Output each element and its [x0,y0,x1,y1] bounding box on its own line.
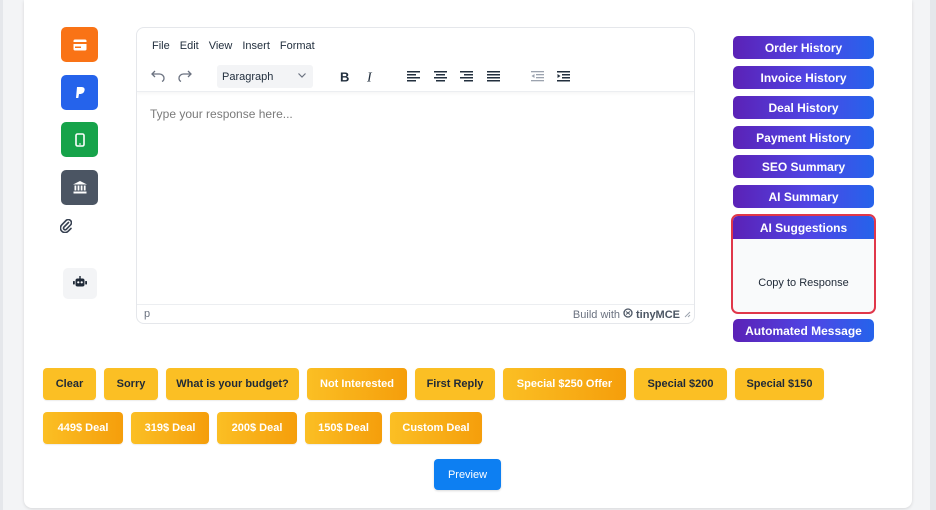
menu-edit[interactable]: Edit [180,40,199,52]
budget-question-button[interactable]: What is your budget? [166,368,299,400]
editor-toolbar: Paragraph B I [137,62,694,92]
invoice-history-button[interactable]: Invoice History [733,66,874,89]
not-interested-button[interactable]: Not Interested [307,368,407,400]
element-path[interactable]: p [144,308,150,320]
bank-icon [72,181,87,194]
align-right-icon[interactable] [458,68,474,84]
page-scrollbar[interactable] [930,0,936,510]
rich-text-editor: File Edit View Insert Format Paragraph B… [136,27,695,324]
seo-summary-button[interactable]: SEO Summary [733,155,874,178]
mobile-payment-button[interactable] [61,122,98,157]
editor-content-area[interactable]: Type your response here... [150,107,293,121]
robot-icon [73,275,87,293]
svg-text:I: I [366,70,373,83]
resize-handle-icon[interactable] [684,309,691,321]
card-payment-button[interactable] [61,27,98,62]
payment-history-button[interactable]: Payment History [733,126,874,149]
menu-file[interactable]: File [152,40,170,52]
paperclip-icon[interactable] [59,218,74,234]
branding-prefix: Build with [572,308,620,321]
undo-icon[interactable] [150,68,166,84]
align-justify-icon[interactable] [485,68,501,84]
block-format-value: Paragraph [222,70,274,83]
deal-150-button[interactable]: 150$ Deal [305,412,382,444]
first-reply-button[interactable]: First Reply [415,368,495,400]
menu-format[interactable]: Format [280,40,315,52]
block-format-select[interactable]: Paragraph [217,65,313,88]
bank-payment-button[interactable] [61,170,98,205]
mobile-icon [74,132,85,147]
ai-summary-button[interactable]: AI Summary [733,185,874,208]
ai-bot-button[interactable] [63,268,97,299]
tinymce-logo-icon [623,308,633,321]
deal-history-button[interactable]: Deal History [733,96,874,119]
branding-name: tinyMCE [636,308,680,321]
menu-insert[interactable]: Insert [242,40,270,52]
copy-to-response-button[interactable]: Copy to Response [733,277,874,289]
outdent-icon[interactable] [529,68,545,84]
page-border-left [0,0,3,510]
tinymce-branding[interactable]: Build with tinyMCE [573,308,680,321]
paypal-icon [75,86,85,99]
menu-view[interactable]: View [209,40,233,52]
deal-200-button[interactable]: 200$ Deal [217,412,297,444]
deal-319-button[interactable]: 319$ Deal [131,412,209,444]
redo-icon[interactable] [177,68,193,84]
align-center-icon[interactable] [432,68,448,84]
svg-text:B: B [340,70,349,83]
clear-button[interactable]: Clear [43,368,96,400]
indent-icon[interactable] [555,68,571,84]
special-200-button[interactable]: Special $200 [634,368,727,400]
special-250-offer-button[interactable]: Special $250 Offer [503,368,626,400]
editor-placeholder: Type your response here... [150,107,293,121]
align-left-icon[interactable] [405,68,421,84]
ai-suggestions-button[interactable]: AI Suggestions [733,216,874,239]
chevron-down-icon [297,70,307,83]
italic-icon[interactable]: I [363,68,379,84]
preview-button[interactable]: Preview [434,459,501,490]
deal-449-button[interactable]: 449$ Deal [43,412,123,444]
paypal-payment-button[interactable] [61,75,98,110]
sorry-button[interactable]: Sorry [104,368,158,400]
special-150-button[interactable]: Special $150 [735,368,824,400]
bold-icon[interactable]: B [337,68,353,84]
editor-statusbar: p Build with tinyMCE [137,304,694,323]
ai-suggestions-panel: AI Suggestions Copy to Response [731,214,876,314]
card-icon [73,39,87,51]
automated-message-button[interactable]: Automated Message [733,319,874,342]
editor-menubar: File Edit View Insert Format [152,40,325,52]
custom-deal-button[interactable]: Custom Deal [390,412,482,444]
order-history-button[interactable]: Order History [733,36,874,59]
